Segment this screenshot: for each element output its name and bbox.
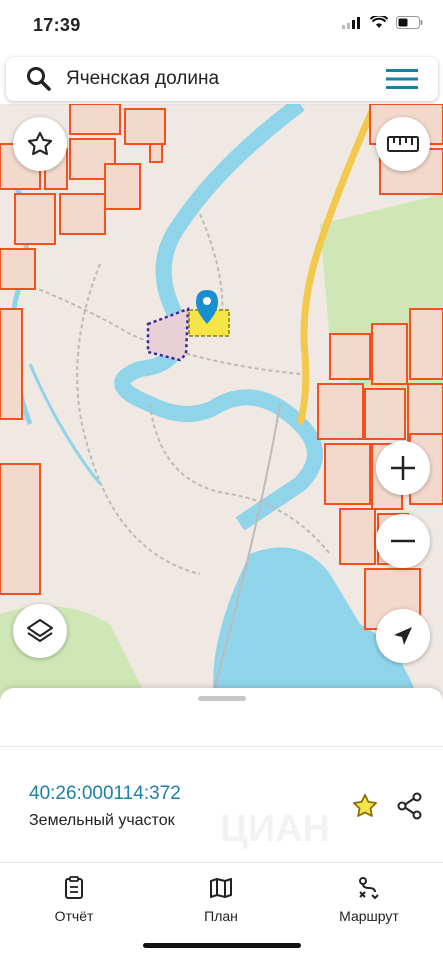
my-location-button[interactable] [376,609,430,663]
map-view[interactable] [0,104,443,704]
parcel-type: Земельный участок [29,812,175,829]
favorite-star-icon[interactable] [351,792,379,820]
report-icon [65,876,83,899]
ruler-icon [387,136,419,152]
plus-icon [391,456,415,480]
map-canvas[interactable] [0,104,443,704]
search-query[interactable]: Яченская долина [66,68,219,90]
parcel-boundary [146,307,190,362]
tab-route-label: Маршрут [339,908,399,924]
search-bar[interactable]: Яченская долина [6,57,438,101]
tab-plan-label: План [204,908,238,924]
divider [0,862,443,863]
home-indicator [143,943,301,948]
star-outline-icon [27,131,53,156]
route-icon [359,877,379,900]
search-icon[interactable] [26,66,52,92]
ruler-button[interactable] [376,117,430,171]
map-icon [210,878,232,898]
tab-report[interactable]: Отчёт [19,876,129,924]
battery-icon [396,16,423,29]
hamburger-menu-icon[interactable] [386,68,418,90]
minus-icon [391,539,415,543]
status-icons [342,16,423,29]
signal-icon [342,16,360,29]
status-bar: 17:39 [0,0,443,52]
layers-icon [27,619,53,642]
share-icon[interactable] [396,792,424,820]
tab-report-label: Отчёт [54,908,94,924]
sheet-drag-handle[interactable] [198,696,246,701]
watermark: ЦИАН [220,808,330,850]
zoom-out-button[interactable] [376,514,430,568]
bottom-sheet[interactable]: ЦИАН 40:26:000114:372 Земельный участок … [0,688,443,960]
status-time: 17:39 [33,15,81,35]
wifi-icon [370,16,388,28]
cadastral-number[interactable]: 40:26:000114:372 [29,783,181,805]
divider [0,746,443,747]
tab-route[interactable]: Маршрут [314,876,424,924]
layers-button[interactable] [13,604,67,658]
zoom-in-button[interactable] [376,441,430,495]
favorite-map-button[interactable] [13,117,67,171]
navigation-arrow-icon [394,627,412,645]
tab-plan[interactable]: План [166,876,276,924]
